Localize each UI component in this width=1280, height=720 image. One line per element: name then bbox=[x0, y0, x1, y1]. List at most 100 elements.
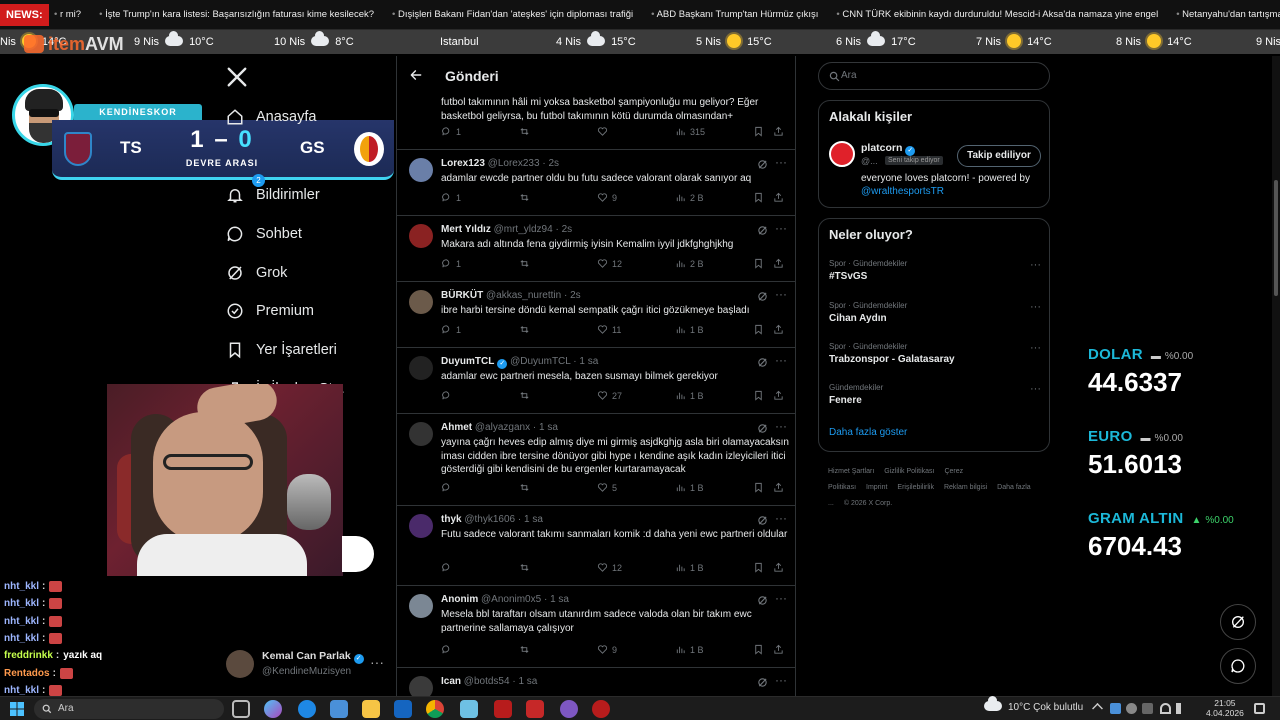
store-icon[interactable] bbox=[330, 700, 348, 718]
news-headline[interactable]: İşte Trump'ın kara listesi: Başarısızlığ… bbox=[99, 9, 374, 20]
like-button[interactable]: 12 bbox=[597, 258, 622, 269]
tray-app-icon[interactable] bbox=[1110, 703, 1121, 714]
footer-link[interactable]: Imprint bbox=[866, 484, 887, 491]
share-button[interactable] bbox=[773, 390, 788, 401]
trend-item[interactable]: Spor · Gündemdekiler Cihan Aydın ··· bbox=[829, 301, 1041, 324]
search-input[interactable]: Ara bbox=[818, 62, 1050, 90]
nav-item-grok[interactable]: Grok bbox=[226, 258, 287, 288]
views-button[interactable]: 1 B bbox=[675, 390, 704, 401]
bookmark-button[interactable] bbox=[753, 644, 768, 655]
news-headline[interactable]: CNN TÜRK ekibinin kaydı durduruldu! Mesc… bbox=[836, 9, 1158, 20]
nav-item-premium[interactable]: Premium bbox=[226, 296, 314, 326]
retweet-button[interactable] bbox=[519, 562, 534, 573]
retweet-button[interactable] bbox=[519, 258, 534, 269]
retweet-button[interactable] bbox=[519, 192, 534, 203]
tweet-handle[interactable]: @akkas_nurettin bbox=[486, 290, 561, 301]
app-icon[interactable] bbox=[592, 700, 610, 718]
tweet-author-name[interactable]: Anonim bbox=[441, 594, 478, 605]
views-button[interactable]: 2 B bbox=[675, 258, 704, 269]
tweet-author-name[interactable]: BÜRKÜT bbox=[441, 290, 483, 301]
reply-button[interactable] bbox=[441, 390, 456, 401]
show-more-link[interactable]: Daha fazla göster bbox=[829, 427, 907, 438]
news-headline[interactable]: r mi? bbox=[54, 9, 81, 20]
reply-button[interactable] bbox=[441, 562, 456, 573]
nav-item-bell[interactable]: 2 Bildirimler bbox=[226, 174, 320, 210]
task-view-icon[interactable] bbox=[232, 700, 250, 718]
taskbar-search[interactable]: Ara bbox=[34, 699, 224, 719]
back-arrow-icon[interactable] bbox=[409, 68, 423, 82]
nav-item-home[interactable]: Anasayfa bbox=[226, 102, 316, 132]
trend-item[interactable]: Spor · Gündemdekiler #TSvGS ··· bbox=[829, 259, 1041, 282]
reply-button[interactable]: 1 bbox=[441, 258, 461, 269]
bio-mention-link[interactable]: @wralthesportsTR bbox=[861, 186, 944, 197]
x-logo-icon[interactable] bbox=[226, 66, 248, 88]
retweet-button[interactable] bbox=[519, 324, 534, 335]
bookmark-button[interactable] bbox=[753, 562, 768, 573]
more-icon[interactable]: ··· bbox=[775, 353, 787, 367]
tweet-time[interactable]: 1 sa bbox=[539, 422, 558, 433]
footer-link[interactable]: Reklam bilgisi bbox=[944, 484, 987, 491]
app-icon[interactable] bbox=[526, 700, 544, 718]
tweet[interactable]: Lorex123 @Lorex233 · 2s ··· adamlar ewcde … bbox=[397, 150, 795, 216]
views-button[interactable]: 1 B bbox=[675, 644, 704, 655]
tweet[interactable]: thyk @thyk1606 · 1 sa ··· Futu sadece valo… bbox=[397, 506, 795, 586]
tweet-time[interactable]: 1 sa bbox=[518, 676, 537, 687]
tray-chevron-icon[interactable] bbox=[1092, 703, 1103, 714]
like-button[interactable]: 9 bbox=[597, 644, 617, 655]
retweet-button[interactable] bbox=[519, 126, 534, 137]
trend-item[interactable]: Gündemdekiler Fenere ··· bbox=[829, 383, 1041, 406]
reply-button[interactable] bbox=[441, 482, 456, 493]
views-button[interactable]: 2 B bbox=[675, 192, 704, 203]
views-button[interactable]: 1 B bbox=[675, 324, 704, 335]
like-button[interactable]: 9 bbox=[597, 192, 617, 203]
tweet[interactable]: Ican @botds54 · 1 sa ··· bbox=[397, 668, 795, 696]
chat-username[interactable]: freddrinkk bbox=[4, 650, 53, 661]
tweet-avatar[interactable] bbox=[409, 224, 433, 248]
chat-username[interactable]: Rentados bbox=[4, 668, 50, 679]
tweet-handle[interactable]: @botds54 bbox=[464, 676, 510, 687]
nav-item-bookmark[interactable]: Yer İşaretleri bbox=[226, 335, 337, 365]
tweet-author-name[interactable]: Mert Yıldız bbox=[441, 224, 491, 235]
app-icon[interactable] bbox=[494, 700, 512, 718]
more-icon[interactable]: ··· bbox=[775, 287, 787, 301]
tweet-author-name[interactable]: thyk bbox=[441, 514, 462, 525]
reply-button[interactable]: 1 bbox=[441, 126, 461, 137]
account-switcher[interactable]: Kemal Can Parlak ✓ @KendineMuzisyen ··· bbox=[226, 646, 392, 686]
tweet[interactable]: Ahmet @alyazganx · 1 sa ··· yayına çağrı h… bbox=[397, 414, 795, 506]
chrome-icon[interactable] bbox=[426, 700, 444, 718]
tweet-avatar[interactable] bbox=[409, 356, 433, 380]
views-button[interactable]: 315 bbox=[675, 126, 705, 137]
volume-icon[interactable] bbox=[1176, 703, 1187, 714]
tweet-avatar[interactable] bbox=[409, 290, 433, 314]
wifi-icon[interactable] bbox=[1160, 703, 1171, 714]
tweet-avatar[interactable] bbox=[409, 594, 433, 618]
notification-icon[interactable] bbox=[1254, 703, 1265, 714]
tweet-avatar[interactable] bbox=[409, 158, 433, 182]
share-button[interactable] bbox=[773, 482, 788, 493]
more-icon[interactable]: ··· bbox=[1030, 383, 1041, 395]
chat-username[interactable]: nht_kkl bbox=[4, 616, 39, 627]
bookmark-button[interactable] bbox=[753, 482, 768, 493]
tweet[interactable]: DuyumTCL ✓ @DuyumTCL · 1 sa ··· adamlar ewc… bbox=[397, 348, 795, 414]
tray-app-icon[interactable] bbox=[1126, 703, 1137, 714]
tweet-avatar[interactable] bbox=[409, 514, 433, 538]
person-name[interactable]: platcorn ✓ bbox=[861, 142, 916, 156]
scroll-thumb[interactable] bbox=[1274, 180, 1278, 296]
file-explorer-icon[interactable] bbox=[362, 700, 380, 718]
more-icon[interactable]: ··· bbox=[775, 511, 787, 525]
tweet-time[interactable]: 1 sa bbox=[550, 594, 569, 605]
nav-item-chat[interactable]: Sohbet bbox=[226, 219, 302, 249]
chat-username[interactable]: nht_kkl bbox=[4, 633, 39, 644]
outlook-icon[interactable] bbox=[394, 700, 412, 718]
tweet-author-name[interactable]: Ahmet bbox=[441, 422, 472, 433]
more-icon[interactable]: ··· bbox=[775, 221, 787, 235]
tweet-avatar[interactable] bbox=[409, 676, 433, 696]
share-button[interactable] bbox=[773, 324, 788, 335]
more-icon[interactable]: ··· bbox=[370, 654, 384, 670]
share-button[interactable] bbox=[773, 562, 788, 573]
bookmark-button[interactable] bbox=[753, 126, 768, 137]
retweet-button[interactable] bbox=[519, 482, 534, 493]
tweet-time[interactable]: 2s bbox=[570, 290, 581, 301]
reply-button[interactable] bbox=[441, 644, 456, 655]
news-headline[interactable]: Dışişleri Bakanı Fidan'dan 'ateşkes' içi… bbox=[392, 9, 633, 20]
